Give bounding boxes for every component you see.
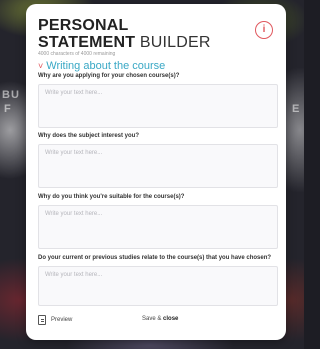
chevron-down-icon: ˅ — [38, 61, 44, 71]
title-line-2-bold: STATEMENT — [38, 34, 136, 51]
answer-field[interactable] — [38, 144, 278, 188]
title-line-1: PERSONAL — [38, 17, 129, 34]
answer-field[interactable] — [38, 266, 278, 306]
document-icon — [38, 315, 46, 325]
section-title: Writing about the course — [46, 60, 166, 72]
preview-button[interactable]: Preview — [38, 315, 72, 325]
close-label: close — [163, 316, 179, 322]
statement-builder-modal: PERSONAL STATEMENT BUILDER 4000 characte… — [26, 4, 286, 340]
info-icon[interactable]: i — [255, 21, 273, 39]
page-title: PERSONAL STATEMENT BUILDER — [38, 17, 211, 51]
character-counter: 4000 characters of 4000 remaining — [38, 51, 116, 57]
answer-field[interactable] — [38, 205, 278, 249]
question-label: Why are you applying for your chosen cou… — [38, 73, 180, 79]
question-label: Why does the subject interest you? — [38, 133, 140, 139]
section-header[interactable]: ˅ Writing about the course — [38, 60, 165, 72]
save-and-close-button[interactable]: Save & close — [142, 316, 178, 322]
save-label: Save & — [142, 316, 162, 322]
preview-label: Preview — [51, 317, 73, 323]
title-line-2-thin: BUILDER — [139, 34, 211, 51]
background-text: F — [4, 103, 12, 115]
question-label: Why do you think you're suitable for the… — [38, 194, 185, 200]
answer-field[interactable] — [38, 84, 278, 128]
question-label: Do your current or previous studies rela… — [38, 255, 272, 261]
background-text: E — [292, 103, 301, 115]
background-text: BU — [2, 89, 20, 101]
